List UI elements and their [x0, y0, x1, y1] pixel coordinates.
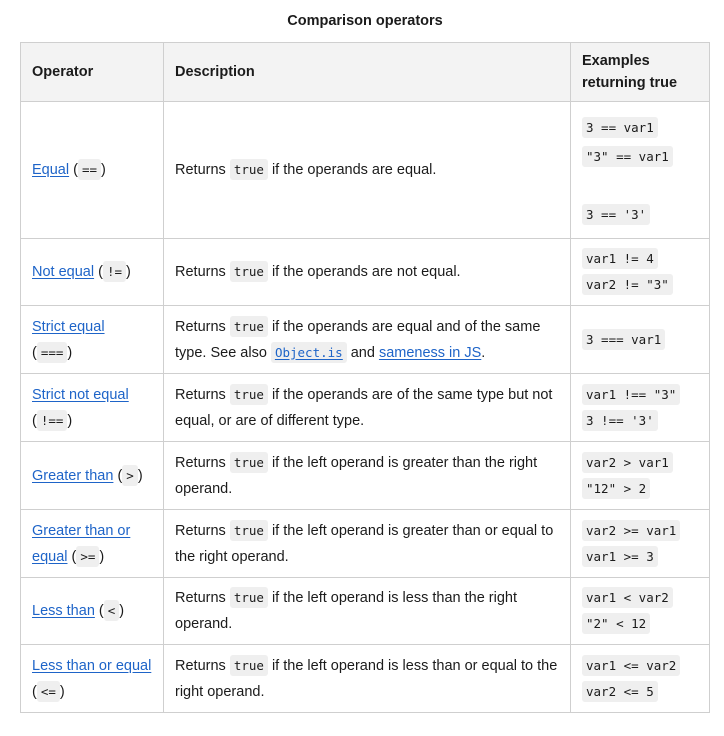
examples-cell: 3 === var1: [570, 305, 710, 374]
desc-text: and: [350, 344, 375, 361]
table-caption: Comparison operators: [287, 13, 443, 29]
description-cell: Returns true if the operands are equal a…: [163, 305, 571, 374]
table-row: Equal (==) Returns true if the operands …: [20, 101, 710, 239]
operator-link-less-than-or-equal[interactable]: Less than or equal: [32, 658, 151, 674]
example-code: "2" < 12: [582, 613, 651, 634]
example-code: var1 <= var2: [582, 654, 681, 676]
desc-code: true: [229, 451, 268, 473]
description-cell: Returns true if the operands are not equ…: [163, 238, 571, 306]
desc-text: if the operands are not equal.: [271, 264, 461, 280]
table-row: Strict not equal(!==) Returns true if th…: [20, 373, 710, 442]
example-code: var1 != 4: [582, 248, 658, 269]
description-cell: Returns true if the left operand is grea…: [163, 509, 571, 578]
desc-code: true: [229, 654, 268, 676]
example-code: var2 != "3": [582, 274, 673, 295]
examples-cell: var1 !== "3" 3 !== '3': [570, 373, 710, 442]
operator-symbol: !=: [102, 261, 126, 282]
operator-link-strict-equal[interactable]: Strict equal: [32, 319, 105, 335]
operator-symbol: !==: [36, 409, 68, 431]
desc-code: true: [229, 587, 268, 608]
examples-cell: var1 != 4 var2 != "3": [570, 238, 710, 306]
desc-code: true: [229, 261, 268, 282]
operator-link-less-than[interactable]: Less than: [32, 603, 95, 619]
operator-link-strict-not-equal[interactable]: Strict not equal: [32, 387, 129, 403]
operator-cell: Strict equal(===): [20, 305, 164, 374]
desc-text: Returns: [175, 386, 226, 403]
example-code: 3 === var1: [582, 328, 666, 350]
example-code: 3 !== '3': [582, 409, 658, 431]
operator-symbol: <=: [36, 680, 60, 702]
table-row: Less than (<) Returns true if the left o…: [20, 577, 710, 645]
desc-text: if the left operand is less than the rig…: [175, 590, 517, 632]
examples-cell: var1 < var2 "2" < 12: [570, 577, 710, 645]
operator-link-equal[interactable]: Equal: [32, 162, 69, 178]
examples-cell: var2 > var1 "12" > 2: [570, 441, 710, 510]
desc-text: Returns: [175, 522, 226, 539]
description-cell: Returns true if the operands are of the …: [163, 373, 571, 442]
example-code: var2 >= var1: [582, 519, 681, 541]
operator-symbol: <: [103, 600, 120, 621]
desc-code: true: [229, 315, 268, 337]
description-cell: Returns true if the operands are equal.: [163, 101, 571, 239]
example-code: var2 <= 5: [582, 680, 658, 702]
desc-text: Returns: [175, 318, 226, 335]
examples-cell: var1 <= var2 var2 <= 5: [570, 644, 710, 713]
examples-cell: var2 >= var1 var1 >= 3: [570, 509, 710, 578]
description-cell: Returns true if the left operand is grea…: [163, 441, 571, 510]
desc-text: Returns: [175, 264, 226, 280]
description-cell: Returns true if the left operand is less…: [163, 577, 571, 645]
comparison-operators-table: Operator Description Examples returning …: [20, 42, 710, 713]
desc-code: true: [229, 519, 268, 541]
example-code: var1 !== "3": [582, 383, 681, 405]
table-row: Not equal (!=) Returns true if the opera…: [20, 238, 710, 306]
table-row: Greater than (>) Returns true if the lef…: [20, 441, 710, 510]
example-code: "12" > 2: [582, 477, 651, 499]
header-description: Description: [163, 42, 571, 102]
header-operator: Operator: [20, 42, 164, 102]
example-code: "3" == var1: [582, 146, 673, 167]
description-cell: Returns true if the left operand is less…: [163, 644, 571, 713]
operator-cell: Strict not equal(!==): [20, 373, 164, 442]
operator-cell: Equal (==): [20, 101, 164, 239]
header-row: Operator Description Examples returning …: [20, 42, 710, 102]
desc-text: Returns: [175, 590, 226, 606]
example-code: var1 >= 3: [582, 545, 658, 567]
desc-text: Returns: [175, 162, 226, 178]
table-row: Strict equal(===) Returns true if the op…: [20, 305, 710, 374]
header-examples: Examples returning true: [570, 42, 710, 102]
operator-cell: Not equal (!=): [20, 238, 164, 306]
operator-cell: Less than (<): [20, 577, 164, 645]
desc-code: true: [229, 383, 268, 405]
operator-cell: Greater than (>): [20, 441, 164, 510]
desc-text: .: [481, 344, 486, 361]
operator-symbol: >: [122, 464, 138, 486]
example-code: 3 == var1: [582, 116, 658, 138]
sameness-link[interactable]: sameness in JS: [379, 345, 481, 361]
example-code: 3 == '3': [582, 203, 651, 225]
operator-link-not-equal[interactable]: Not equal: [32, 264, 94, 280]
operator-link-greater-than[interactable]: Greater than: [32, 468, 113, 484]
desc-text: Returns: [175, 454, 226, 471]
operator-symbol: ===: [36, 341, 68, 363]
table-row: Greater than or equal (>=) Returns true …: [20, 509, 710, 578]
table-row: Less than or equal (<=) Returns true if …: [20, 644, 710, 713]
object-is-link[interactable]: Object.is: [270, 341, 347, 363]
desc-code: true: [229, 159, 268, 180]
operator-cell: Greater than or equal (>=): [20, 509, 164, 578]
desc-text: if the operands are equal.: [271, 162, 437, 178]
object-is-code: Object.is: [270, 341, 347, 363]
desc-text: Returns: [175, 657, 226, 674]
operator-symbol: >=: [76, 545, 100, 567]
examples-cell: 3 == var1 "3" == var1 3 == '3': [570, 101, 710, 239]
operator-symbol: ==: [77, 159, 102, 180]
example-code: var1 < var2: [582, 587, 673, 608]
example-code: var2 > var1: [582, 451, 673, 473]
operator-cell: Less than or equal (<=): [20, 644, 164, 713]
